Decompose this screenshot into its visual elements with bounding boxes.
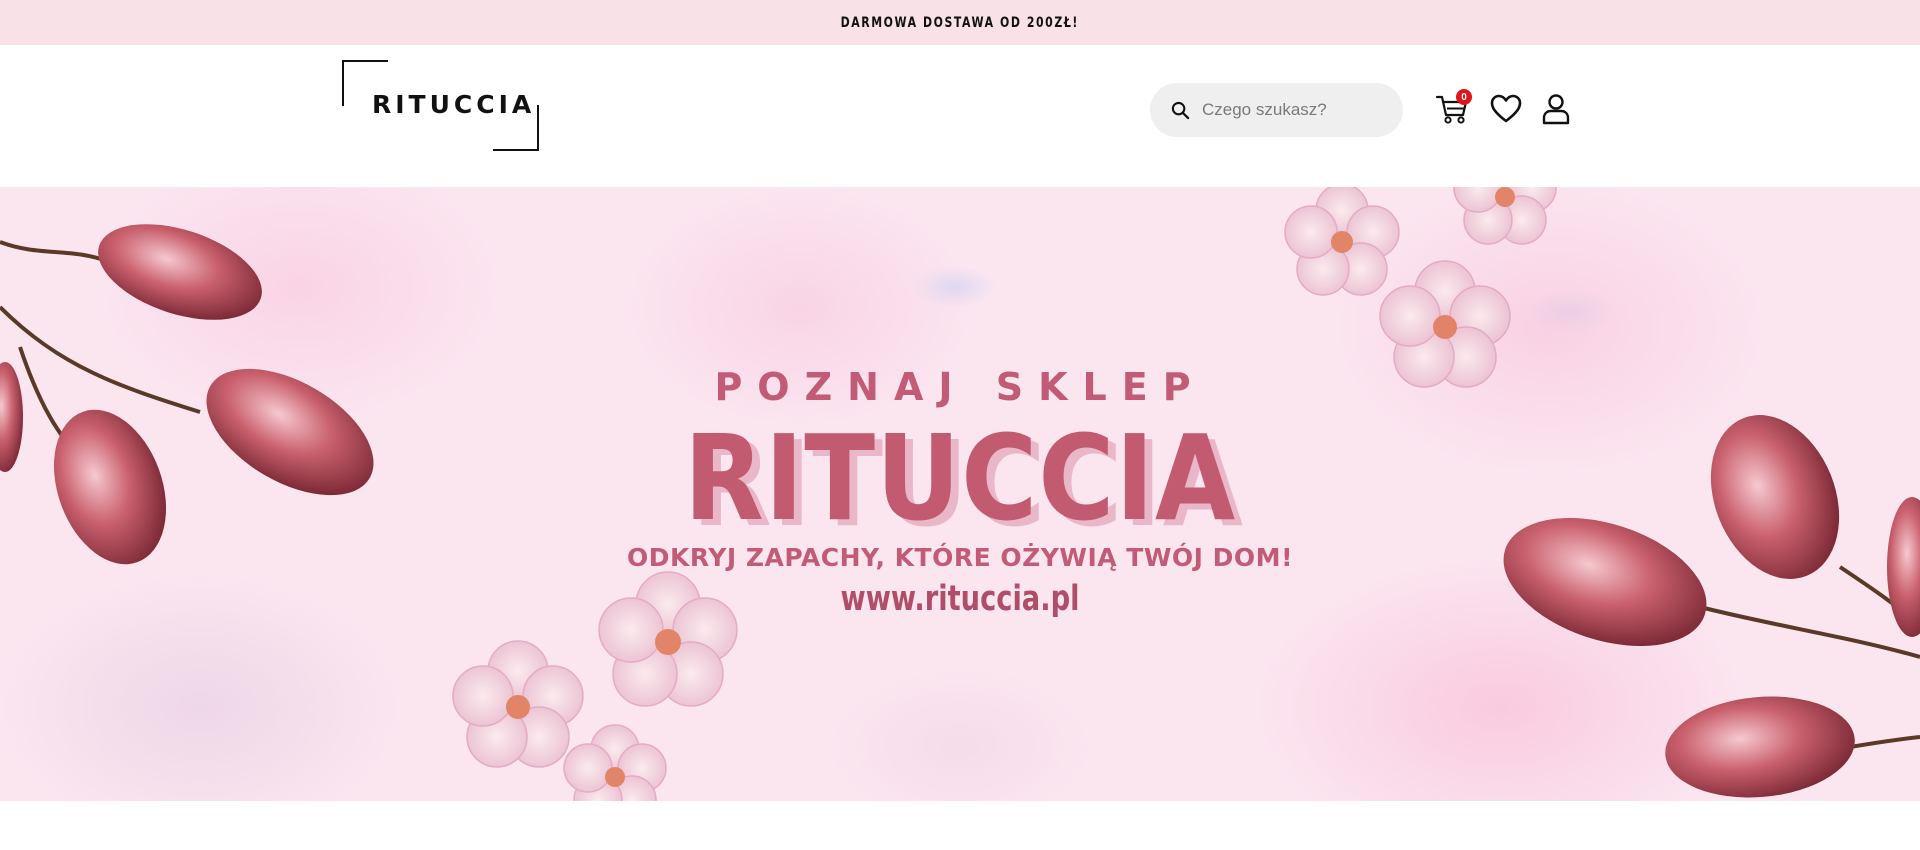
search-icon[interactable] — [1170, 100, 1190, 120]
search-bar[interactable] — [1150, 83, 1403, 137]
search-input[interactable] — [1200, 99, 1390, 121]
account-button[interactable] — [1536, 89, 1576, 129]
wishlist-button[interactable] — [1486, 89, 1526, 129]
site-logo[interactable]: RITUCCIA — [342, 60, 539, 151]
site-header: RITUCCIA 0 — [0, 45, 1920, 187]
logo-text: RITUCCIA — [372, 90, 536, 119]
top-right-blossoms — [1284, 187, 1557, 388]
hero-title: RITUCCIA — [683, 409, 1237, 547]
cart-count-badge: 0 — [1456, 89, 1472, 105]
announcement-text: DARMOWA DOSTAWA OD 200ZŁ! — [840, 14, 1080, 31]
cart-button[interactable]: 0 — [1432, 89, 1472, 129]
user-icon — [1542, 94, 1570, 125]
announcement-bar: DARMOWA DOSTAWA OD 200ZŁ! — [0, 0, 1920, 45]
heart-icon — [1490, 94, 1522, 123]
hero-url: www.rituccia.pl — [840, 579, 1080, 619]
hero-banner[interactable]: POZNAJ SKLEP RITUCCIA ODKRYJ ZAPACHY, KT… — [0, 187, 1920, 801]
hero-kicker: POZNAJ SKLEP — [714, 365, 1206, 409]
hero-tagline: ODKRYJ ZAPACHY, KTÓRE OŻYWIĄ TWÓJ DOM! — [627, 543, 1293, 572]
